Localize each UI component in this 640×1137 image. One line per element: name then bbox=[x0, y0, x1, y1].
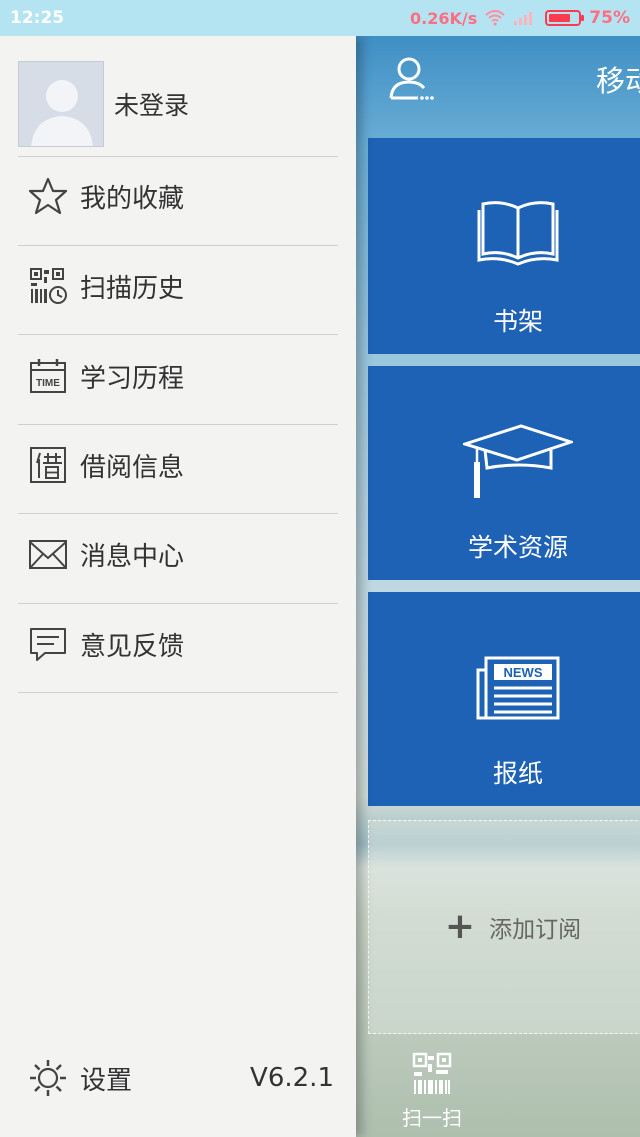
status-bar: 12:25 0.26K/s 75% bbox=[0, 0, 640, 36]
battery-percent: 75% bbox=[589, 8, 630, 28]
menu-item-scan-history[interactable]: 扫描历史 bbox=[18, 242, 338, 330]
star-icon bbox=[26, 174, 70, 218]
settings-row[interactable]: 设置 V6.2.1 bbox=[18, 1046, 338, 1110]
time-calendar-icon: TIME bbox=[26, 354, 70, 398]
main-panel: 移动 书架 学术资源 NEWS 报纸 + 添加订阅 扫一扫 bbox=[356, 36, 640, 1137]
profile-header[interactable]: 未登录 bbox=[18, 52, 338, 156]
menu-item-label: 借阅信息 bbox=[80, 452, 185, 483]
svg-text:TIME: TIME bbox=[36, 378, 60, 389]
tile-bookshelf-label: 书架 bbox=[492, 307, 543, 336]
divider bbox=[18, 692, 338, 693]
main-top-bar: 移动 bbox=[356, 36, 640, 124]
network-speed: 0.26K/s bbox=[410, 8, 478, 28]
menu-item-label: 学习历程 bbox=[80, 363, 185, 394]
username: 未登录 bbox=[114, 91, 190, 120]
newspaper-icon: NEWS bbox=[476, 656, 560, 720]
menu-item-label: 扫描历史 bbox=[80, 273, 185, 304]
signal-icon bbox=[514, 12, 533, 25]
main-title: 移动 bbox=[596, 64, 640, 98]
status-indicators: 0.26K/s 75% bbox=[410, 8, 630, 28]
open-book-icon bbox=[477, 201, 559, 266]
graduation-cap-icon bbox=[463, 424, 573, 498]
settings-label: 设置 bbox=[80, 1065, 133, 1096]
menu-item-label: 我的收藏 bbox=[80, 183, 185, 214]
tile-academic-resources[interactable]: 学术资源 bbox=[368, 366, 640, 580]
menu-item-label: 消息中心 bbox=[80, 541, 185, 572]
borrow-icon bbox=[26, 443, 70, 487]
add-subscription-button[interactable]: + 添加订阅 bbox=[368, 820, 640, 1034]
tile-newspaper[interactable]: NEWS 报纸 bbox=[368, 592, 640, 806]
qr-barcode-icon bbox=[412, 1052, 452, 1094]
navigation-drawer: 未登录 我的收藏 扫描历史 TIME 学习历程 借阅信息 消息中心 意见反馈 设… bbox=[0, 36, 356, 1137]
chat-bubble-icon bbox=[26, 622, 70, 666]
status-time: 12:25 bbox=[10, 8, 65, 28]
tile-bookshelf[interactable]: 书架 bbox=[368, 138, 640, 354]
menu-item-borrow-info[interactable]: 借阅信息 bbox=[18, 421, 338, 509]
avatar[interactable] bbox=[18, 61, 104, 147]
add-subscription-label: 添加订阅 bbox=[489, 917, 582, 943]
menu-item-label: 意见反馈 bbox=[80, 631, 185, 662]
newspaper-icon-text: NEWS bbox=[504, 665, 543, 680]
gear-icon[interactable] bbox=[26, 1056, 70, 1100]
scan-label: 扫一扫 bbox=[402, 1106, 462, 1130]
default-avatar-icon bbox=[31, 80, 93, 146]
scan-button[interactable]: 扫一扫 bbox=[392, 1050, 472, 1136]
menu-item-message-center[interactable]: 消息中心 bbox=[18, 510, 338, 598]
wifi-icon bbox=[485, 10, 505, 26]
app-version: V6.2.1 bbox=[250, 1063, 334, 1093]
battery-icon bbox=[545, 10, 585, 26]
tile-newspaper-label: 报纸 bbox=[492, 759, 543, 788]
plus-icon: + bbox=[444, 906, 476, 947]
scan-history-icon bbox=[26, 264, 70, 308]
menu-item-feedback[interactable]: 意见反馈 bbox=[18, 600, 338, 688]
envelope-icon bbox=[26, 532, 70, 576]
menu-item-favorites[interactable]: 我的收藏 bbox=[18, 152, 338, 240]
user-icon[interactable] bbox=[388, 54, 434, 102]
menu-item-learning-history[interactable]: TIME 学习历程 bbox=[18, 332, 338, 420]
tile-academic-resources-label: 学术资源 bbox=[467, 533, 568, 562]
